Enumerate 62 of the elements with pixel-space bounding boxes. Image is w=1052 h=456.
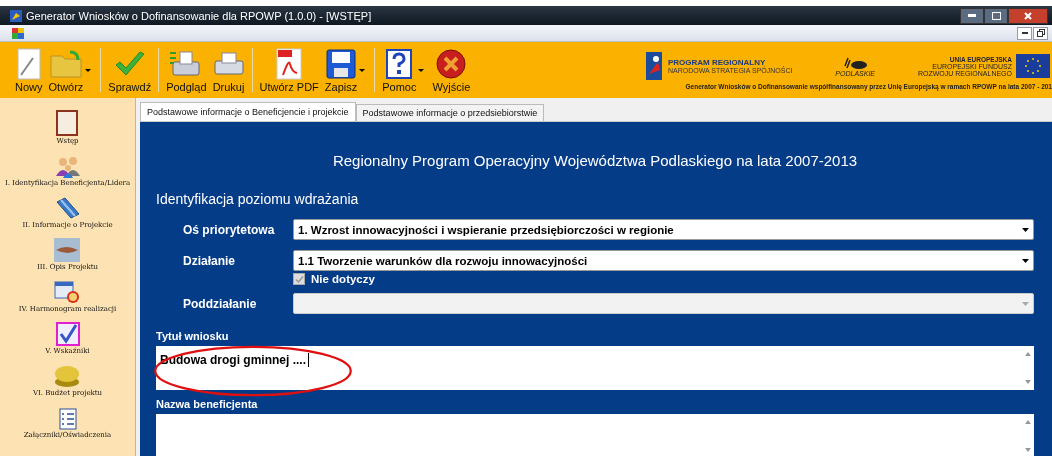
people-icon xyxy=(54,156,81,178)
caret-icon xyxy=(359,68,366,72)
scroll-up-icon[interactable] xyxy=(1025,352,1031,356)
section-title: Identyfikacja poziomu wdrażania xyxy=(156,191,360,207)
restore-icon xyxy=(1036,29,1045,37)
toolbar-button[interactable]: Nowy xyxy=(12,47,46,93)
toolbar-button[interactable]: Drukuj xyxy=(209,47,248,93)
minimize-icon xyxy=(968,14,976,17)
checklist-icon xyxy=(55,322,80,346)
toolbar-button[interactable]: Pomoc xyxy=(379,47,430,93)
tab[interactable]: Podstawowe informacje o Beneficjencie i projekcie xyxy=(140,102,356,121)
field-label: Działanie xyxy=(182,253,237,268)
close-button[interactable] xyxy=(1008,7,1048,24)
books-icon xyxy=(54,196,81,220)
printer-icon xyxy=(212,51,245,77)
dropdown-arrow-icon xyxy=(1022,227,1029,232)
caret-icon xyxy=(418,68,425,72)
document-icon xyxy=(56,110,79,136)
minimize-button[interactable] xyxy=(1017,26,1032,40)
checkmark-icon xyxy=(113,50,146,78)
toolbar-button[interactable]: Podgląd xyxy=(163,47,210,93)
window-title: Generator Wniosków o Dofinansowanie dla RPOWP (1.0.0) - [WSTĘP] xyxy=(26,9,372,22)
close-icon xyxy=(1024,11,1032,20)
tab[interactable]: Podstawowe informacje o przedsiebiorstwie xyxy=(355,104,545,121)
field-label: Nazwa beneficjenta xyxy=(156,398,258,410)
toolbar-button[interactable]: Otwórz xyxy=(45,47,97,93)
field-label: Tytuł wniosku xyxy=(156,330,229,342)
exit-icon xyxy=(436,49,467,79)
field-label: Poddziałanie xyxy=(182,296,258,311)
dropdown-arrow-icon xyxy=(1022,258,1029,263)
maximize-icon xyxy=(991,11,1001,20)
checklist-icon xyxy=(58,408,77,430)
dropdown[interactable]: 1.1 Tworzenie warunków dla rozwoju innowacyjności xyxy=(293,250,1034,271)
eu-flag-icon xyxy=(1016,54,1050,78)
logo-text: PROGRAM REGIONALNY xyxy=(668,58,766,67)
help-icon xyxy=(386,49,413,79)
toolbar-button[interactable]: Sprawdź xyxy=(105,47,155,93)
form-heading: Regionalny Program Operacyjny Województwa Podlaskiego na lata 2007-2013 xyxy=(331,152,859,169)
caret-icon xyxy=(85,68,92,72)
scroll-down-icon xyxy=(1025,380,1031,384)
coins-icon xyxy=(54,364,81,388)
scroll-down-icon xyxy=(1025,448,1031,452)
maximize-button[interactable] xyxy=(984,7,1008,24)
program-logo-icon xyxy=(646,52,662,80)
print-preview-icon xyxy=(170,49,203,79)
minimize-icon xyxy=(1021,32,1028,34)
app-icon xyxy=(10,9,22,22)
folder-icon xyxy=(49,50,82,78)
dropdown[interactable]: 1. Wzrost innowacyjności i wspieranie przedsiębiorczości w regionie xyxy=(293,219,1034,240)
pdf-file-icon xyxy=(276,48,303,80)
scroll-up-icon[interactable] xyxy=(1025,420,1031,424)
toolbar-button[interactable]: Wyjście xyxy=(429,47,474,93)
restore-button[interactable] xyxy=(1033,26,1048,40)
minimize-button[interactable] xyxy=(960,7,984,24)
calendar-clock-icon xyxy=(54,280,81,304)
toolbar-button[interactable]: Utwórz PDF xyxy=(256,47,322,93)
field-label: Oś priorytetowa xyxy=(182,222,276,237)
blank-page-icon xyxy=(15,48,42,80)
toolbar-button[interactable]: Zapisz xyxy=(321,47,371,93)
dropdown-arrow-icon xyxy=(1022,301,1029,306)
checkbox-label: Nie dotyczy xyxy=(311,273,375,285)
form-icon xyxy=(12,27,24,39)
